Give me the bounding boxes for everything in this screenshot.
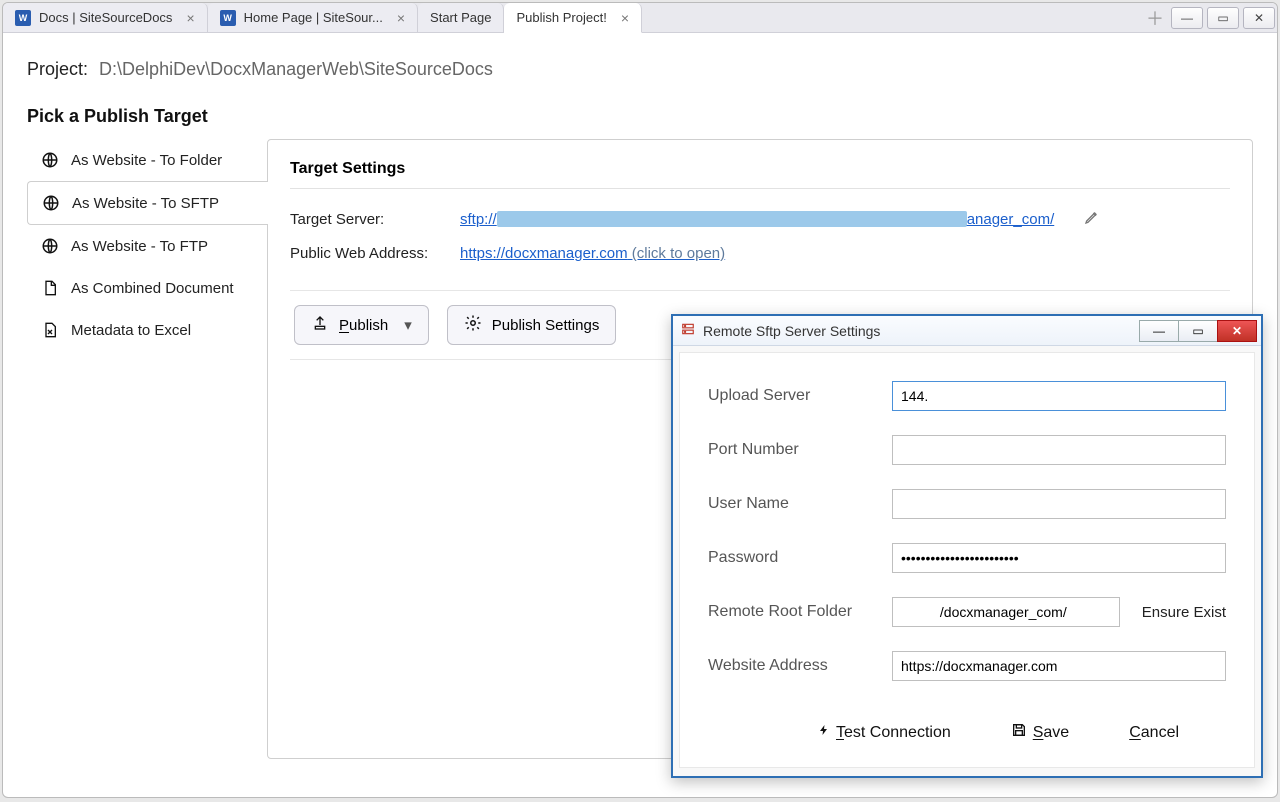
globe-icon xyxy=(42,194,60,212)
publish-button[interactable]: Publish ▾ xyxy=(294,305,429,345)
btn-label: Save xyxy=(1033,724,1069,742)
public-web-row: Public Web Address: https://docxmanager.… xyxy=(290,245,1230,262)
nav-as-website-ftp[interactable]: As Website - To FTP xyxy=(27,225,267,267)
save-disk-icon xyxy=(1011,722,1027,743)
close-icon[interactable]: × xyxy=(397,10,405,26)
public-web-label: Public Web Address: xyxy=(290,245,440,262)
nav-label: As Website - To FTP xyxy=(71,238,208,255)
dialog-maximize-button[interactable]: ▭ xyxy=(1178,320,1218,342)
panel-title: Target Settings xyxy=(290,160,1230,189)
btn-label: Publish xyxy=(339,317,388,334)
dialog-titlebar[interactable]: Remote Sftp Server Settings — ▭ ✕ xyxy=(673,316,1261,346)
sftp-settings-dialog: Remote Sftp Server Settings — ▭ ✕ Upload… xyxy=(671,314,1263,778)
nav-label: As Combined Document xyxy=(71,280,234,297)
project-path: D:\DelphiDev\DocxManagerWeb\SiteSourceDo… xyxy=(99,59,493,79)
globe-icon xyxy=(41,151,59,169)
tab-label: Home Page | SiteSour... xyxy=(244,10,383,25)
target-server-link[interactable]: sftp:// anager_com/ xyxy=(460,211,1054,228)
dialog-body: Upload Server Port Number User Name Pass… xyxy=(679,352,1255,768)
excel-file-icon xyxy=(41,321,59,339)
click-to-open-hint: (click to open) xyxy=(628,245,726,262)
chevron-down-icon[interactable]: ▾ xyxy=(404,316,412,334)
page-heading: Pick a Publish Target xyxy=(27,106,1253,127)
redacted-segment xyxy=(497,211,967,227)
field-label: Remote Root Folder xyxy=(708,603,892,621)
new-tab-button[interactable]: ＋ xyxy=(1143,7,1167,29)
dialog-window-controls: — ▭ ✕ xyxy=(1140,320,1257,342)
btn-label: Publish Settings xyxy=(492,317,600,334)
upload-server-field: Upload Server xyxy=(708,381,1226,411)
remote-root-field: Remote Root Folder Ensure Exist xyxy=(708,597,1226,627)
publish-settings-button[interactable]: Publish Settings xyxy=(447,305,617,345)
file-icon xyxy=(41,279,59,297)
server-icon xyxy=(681,322,695,339)
field-label: Upload Server xyxy=(708,387,892,405)
nav-label: Metadata to Excel xyxy=(71,322,191,339)
field-label: Password xyxy=(708,549,892,567)
website-address-input[interactable] xyxy=(892,651,1226,681)
nav-metadata-excel[interactable]: Metadata to Excel xyxy=(27,309,267,351)
publish-target-list: As Website - To Folder As Website - To S… xyxy=(27,139,267,759)
target-server-label: Target Server: xyxy=(290,211,440,228)
upload-icon xyxy=(311,315,329,335)
field-label: Website Address xyxy=(708,657,892,675)
btn-label: Test Connection xyxy=(836,724,951,742)
dialog-close-button[interactable]: ✕ xyxy=(1217,320,1257,342)
dialog-actions: Test Connection Save Cancel xyxy=(708,722,1226,743)
app-window: W Docs | SiteSourceDocs × W Home Page | … xyxy=(2,2,1278,798)
gear-icon xyxy=(464,314,482,336)
save-button[interactable]: Save xyxy=(1011,722,1069,743)
field-label: Port Number xyxy=(708,441,892,459)
globe-icon xyxy=(41,237,59,255)
sftp-suffix: anager_com/ xyxy=(967,211,1055,228)
word-doc-icon: W xyxy=(220,10,236,26)
cancel-button[interactable]: Cancel xyxy=(1129,724,1179,742)
project-row: Project: D:\DelphiDev\DocxManagerWeb\Sit… xyxy=(27,59,1253,80)
dialog-minimize-button[interactable]: — xyxy=(1139,320,1179,342)
user-name-field: User Name xyxy=(708,489,1226,519)
port-number-field: Port Number xyxy=(708,435,1226,465)
btn-label: Cancel xyxy=(1129,724,1179,742)
dialog-title: Remote Sftp Server Settings xyxy=(703,323,880,339)
minimize-button[interactable]: — xyxy=(1171,7,1203,29)
window-controls: ＋ — ▭ ✕ xyxy=(1141,3,1277,32)
close-icon[interactable]: × xyxy=(186,10,194,26)
close-button[interactable]: ✕ xyxy=(1243,7,1275,29)
password-field: Password xyxy=(708,543,1226,573)
tab-bar: W Docs | SiteSourceDocs × W Home Page | … xyxy=(3,3,1277,33)
close-icon[interactable]: × xyxy=(621,10,629,26)
project-label: Project: xyxy=(27,59,88,79)
public-web-link[interactable]: https://docxmanager.com (click to open) xyxy=(460,245,725,262)
target-server-row: Target Server: sftp:// anager_com/ xyxy=(290,209,1230,229)
nav-label: As Website - To Folder xyxy=(71,152,222,169)
port-number-input[interactable] xyxy=(892,435,1226,465)
tab-label: Publish Project! xyxy=(516,10,606,25)
tab-label: Docs | SiteSourceDocs xyxy=(39,10,172,25)
nav-as-website-sftp[interactable]: As Website - To SFTP xyxy=(27,181,268,225)
user-name-input[interactable] xyxy=(892,489,1226,519)
public-web-url-text: https://docxmanager.com xyxy=(460,245,628,262)
maximize-button[interactable]: ▭ xyxy=(1207,7,1239,29)
tab-start-page[interactable]: Start Page xyxy=(418,3,504,32)
remote-root-input[interactable] xyxy=(892,597,1120,627)
tab-label: Start Page xyxy=(430,10,491,25)
sftp-prefix: sftp:// xyxy=(460,211,497,228)
nav-as-website-folder[interactable]: As Website - To Folder xyxy=(27,139,267,181)
edit-pencil-icon[interactable] xyxy=(1084,209,1100,229)
tab-home-page[interactable]: W Home Page | SiteSour... × xyxy=(208,3,418,32)
tab-publish-project[interactable]: Publish Project! × xyxy=(504,3,642,33)
publish-rest: ublish xyxy=(349,317,388,334)
website-address-field: Website Address xyxy=(708,651,1226,681)
upload-server-input[interactable] xyxy=(892,381,1226,411)
password-input[interactable] xyxy=(892,543,1226,573)
word-doc-icon: W xyxy=(15,10,31,26)
test-connection-button[interactable]: Test Connection xyxy=(818,722,951,743)
tab-docs[interactable]: W Docs | SiteSourceDocs × xyxy=(3,3,208,32)
ensure-exist-link[interactable]: Ensure Exist xyxy=(1142,604,1226,621)
field-label: User Name xyxy=(708,495,892,513)
lightning-icon xyxy=(818,722,830,743)
nav-combined-document[interactable]: As Combined Document xyxy=(27,267,267,309)
nav-label: As Website - To SFTP xyxy=(72,195,219,212)
